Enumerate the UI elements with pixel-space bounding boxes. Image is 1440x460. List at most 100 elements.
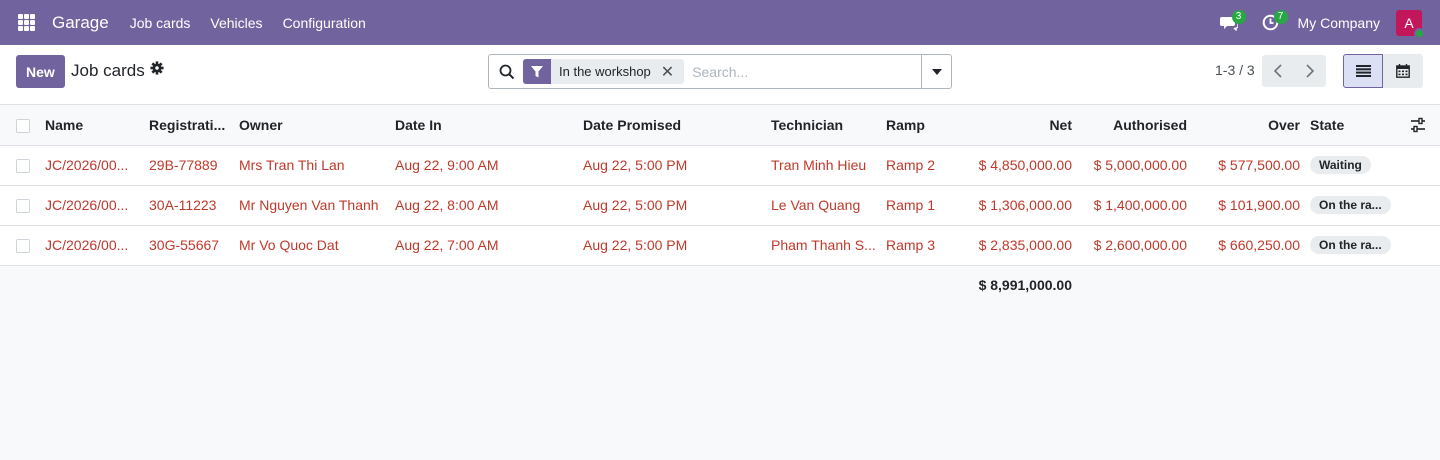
table-footer-row: $ 8,991,000.00 bbox=[0, 265, 1440, 305]
cell-owner[interactable]: Mr Nguyen Van Thanh bbox=[239, 185, 395, 226]
optional-columns-cell bbox=[1396, 105, 1440, 146]
cell-net[interactable]: $ 1,306,000.00 bbox=[976, 185, 1080, 226]
row-checkbox[interactable] bbox=[16, 199, 30, 214]
activities-count-badge: 7 bbox=[1273, 10, 1288, 24]
table-row[interactable]: JC/2026/00... 30G-55667 Mr Vo Quoc Dat A… bbox=[0, 225, 1440, 266]
apps-menu-icon[interactable] bbox=[18, 14, 35, 31]
select-all-cell bbox=[0, 105, 45, 146]
online-status-dot bbox=[1414, 27, 1425, 39]
cell-date-in[interactable]: Aug 22, 9:00 AM bbox=[395, 145, 583, 186]
top-navbar: Garage Job cards Vehicles Configuration … bbox=[0, 0, 1440, 45]
cell-net[interactable]: $ 2,835,000.00 bbox=[976, 225, 1080, 266]
activities-button[interactable]: 7 bbox=[1256, 0, 1288, 45]
table-header-row: Name Registrati... Owner Date In Date Pr… bbox=[0, 105, 1440, 146]
table-row[interactable]: JC/2026/00... 30A-11223 Mr Nguyen Van Th… bbox=[0, 185, 1440, 226]
gear-icon[interactable] bbox=[150, 61, 164, 75]
row-select-cell bbox=[0, 225, 45, 266]
column-header-date-promised[interactable]: Date Promised bbox=[583, 105, 771, 146]
pager-value[interactable]: 1-3 / 3 bbox=[1215, 62, 1255, 78]
cell-date-promised[interactable]: Aug 22, 5:00 PM bbox=[583, 145, 771, 186]
cell-over[interactable]: $ 660,250.00 bbox=[1195, 225, 1310, 266]
new-button[interactable]: New bbox=[16, 55, 65, 88]
menu-vehicles[interactable]: Vehicles bbox=[210, 15, 262, 31]
search-icon[interactable] bbox=[499, 64, 515, 80]
cell-state[interactable]: On the ra... bbox=[1310, 185, 1396, 226]
column-header-state[interactable]: State bbox=[1310, 105, 1396, 146]
column-header-date-in[interactable]: Date In bbox=[395, 105, 583, 146]
state-badge: Waiting bbox=[1310, 156, 1371, 175]
list-view-button[interactable] bbox=[1343, 54, 1383, 88]
search-facet: In the workshop ✕ bbox=[523, 59, 685, 84]
cell-owner[interactable]: Mr Vo Quoc Dat bbox=[239, 225, 395, 266]
cell-over[interactable]: $ 577,500.00 bbox=[1195, 145, 1310, 186]
list-view: Name Registrati... Owner Date In Date Pr… bbox=[0, 105, 1440, 305]
cell-registration[interactable]: 30G-55667 bbox=[149, 225, 239, 266]
row-trailing-cell bbox=[1396, 225, 1440, 266]
facet-label: In the workshop bbox=[559, 64, 651, 79]
cell-ramp[interactable]: Ramp 3 bbox=[886, 225, 976, 266]
cell-authorised[interactable]: $ 5,000,000.00 bbox=[1080, 145, 1195, 186]
company-switcher[interactable]: My Company bbox=[1298, 15, 1380, 31]
calendar-view-button[interactable] bbox=[1383, 54, 1423, 88]
row-trailing-cell bbox=[1396, 145, 1440, 186]
column-header-owner[interactable]: Owner bbox=[239, 105, 395, 146]
page-title: Job cards bbox=[71, 61, 145, 80]
cell-name[interactable]: JC/2026/00... bbox=[45, 225, 149, 266]
cell-date-in[interactable]: Aug 22, 7:00 AM bbox=[395, 225, 583, 266]
chevron-right-icon bbox=[1306, 64, 1314, 78]
calendar-icon bbox=[1396, 64, 1410, 78]
cell-date-promised[interactable]: Aug 22, 5:00 PM bbox=[583, 225, 771, 266]
cell-ramp[interactable]: Ramp 2 bbox=[886, 145, 976, 186]
column-header-technician[interactable]: Technician bbox=[771, 105, 886, 146]
cell-registration[interactable]: 29B-77889 bbox=[149, 145, 239, 186]
search-input[interactable] bbox=[692, 63, 913, 80]
table-row[interactable]: JC/2026/00... 29B-77889 Mrs Tran Thi Lan… bbox=[0, 145, 1440, 186]
state-badge: On the ra... bbox=[1310, 236, 1391, 255]
cell-over[interactable]: $ 101,900.00 bbox=[1195, 185, 1310, 226]
cell-technician[interactable]: Le Van Quang bbox=[771, 185, 886, 226]
chevron-left-icon bbox=[1274, 64, 1282, 78]
messages-button[interactable]: 3 bbox=[1214, 0, 1246, 45]
cell-date-in[interactable]: Aug 22, 8:00 AM bbox=[395, 185, 583, 226]
column-header-registration[interactable]: Registrati... bbox=[149, 105, 239, 146]
footer-spacer bbox=[1080, 265, 1440, 305]
cell-date-promised[interactable]: Aug 22, 5:00 PM bbox=[583, 185, 771, 226]
menu-job-cards[interactable]: Job cards bbox=[130, 15, 191, 31]
cell-authorised[interactable]: $ 2,600,000.00 bbox=[1080, 225, 1195, 266]
pager-previous-button[interactable] bbox=[1262, 55, 1294, 87]
row-select-cell bbox=[0, 145, 45, 186]
user-avatar[interactable]: A bbox=[1396, 9, 1425, 39]
app-name[interactable]: Garage bbox=[52, 13, 109, 33]
column-header-authorised[interactable]: Authorised bbox=[1080, 105, 1195, 146]
filter-icon bbox=[523, 59, 551, 84]
footer-spacer bbox=[0, 265, 976, 305]
cell-registration[interactable]: 30A-11223 bbox=[149, 185, 239, 226]
cell-net[interactable]: $ 4,850,000.00 bbox=[976, 145, 1080, 186]
menu-configuration[interactable]: Configuration bbox=[283, 15, 366, 31]
pager-next-button[interactable] bbox=[1294, 55, 1326, 87]
cell-state[interactable]: Waiting bbox=[1310, 145, 1396, 186]
column-header-net[interactable]: Net bbox=[976, 105, 1080, 146]
facet-remove-icon[interactable]: ✕ bbox=[661, 62, 684, 82]
column-header-name[interactable]: Name bbox=[45, 105, 149, 146]
job-cards-table: Name Registrati... Owner Date In Date Pr… bbox=[0, 105, 1440, 305]
row-checkbox[interactable] bbox=[16, 159, 30, 174]
row-select-cell bbox=[0, 185, 45, 226]
cell-name[interactable]: JC/2026/00... bbox=[45, 185, 149, 226]
cell-technician[interactable]: Tran Minh Hieu bbox=[771, 145, 886, 186]
messages-count-badge: 3 bbox=[1231, 10, 1246, 24]
cell-ramp[interactable]: Ramp 1 bbox=[886, 185, 976, 226]
column-header-ramp[interactable]: Ramp bbox=[886, 105, 976, 146]
cell-technician[interactable]: Pham Thanh S... bbox=[771, 225, 886, 266]
search-options-toggle[interactable] bbox=[921, 55, 951, 88]
list-icon bbox=[1355, 65, 1371, 77]
cell-owner[interactable]: Mrs Tran Thi Lan bbox=[239, 145, 395, 186]
column-settings-icon[interactable] bbox=[1410, 117, 1426, 133]
column-header-over[interactable]: Over bbox=[1195, 105, 1310, 146]
cell-state[interactable]: On the ra... bbox=[1310, 225, 1396, 266]
row-checkbox[interactable] bbox=[16, 239, 30, 254]
avatar-initial: A bbox=[1404, 14, 1414, 31]
cell-authorised[interactable]: $ 1,400,000.00 bbox=[1080, 185, 1195, 226]
cell-name[interactable]: JC/2026/00... bbox=[45, 145, 149, 186]
select-all-checkbox[interactable] bbox=[16, 118, 30, 133]
